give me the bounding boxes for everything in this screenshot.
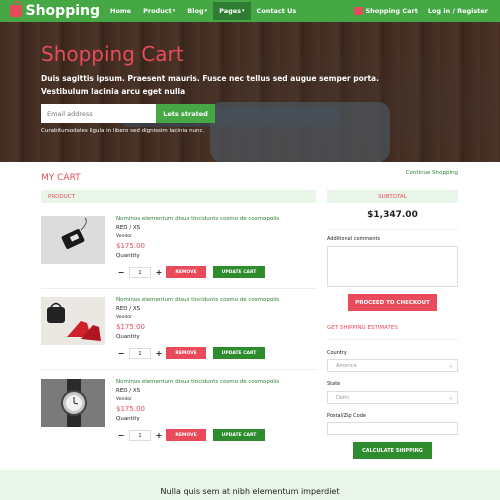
nav-item-blog[interactable]: Blog ▾: [181, 2, 213, 20]
top-navbar: Shopping Home Product ▾ Blog ▾ Pages ▾ Cont…: [0, 0, 500, 22]
quantity-field[interactable]: 1: [129, 348, 151, 359]
nav-right: Shopping Cart Log in / Register: [353, 7, 488, 15]
divider: [41, 288, 316, 289]
caret-down-icon: ▾: [204, 8, 208, 14]
country-select[interactable]: America ⌄: [327, 359, 458, 372]
product-image[interactable]: [41, 379, 105, 427]
main-menu: Home Product ▾ Blog ▾ Pages ▾ Contact Us: [104, 0, 302, 22]
divider: [327, 229, 458, 230]
product-vendor: Vendor: [116, 397, 132, 402]
minus-button[interactable]: −: [116, 349, 126, 358]
product-image[interactable]: [41, 297, 105, 345]
product-price: $175.00: [116, 405, 145, 413]
product-variant: RED / XS: [116, 225, 141, 231]
quantity-stepper: − 1 +: [116, 348, 164, 359]
state-select[interactable]: Delhi ⌄: [327, 391, 458, 404]
minus-button[interactable]: −: [116, 268, 126, 277]
remove-button[interactable]: REMOVE: [166, 429, 206, 441]
brand-name: Shopping: [25, 3, 101, 19]
product-price: $175.00: [116, 242, 145, 250]
quantity-label: Quantity: [116, 416, 140, 422]
lets-start-button[interactable]: Lets strated: [156, 104, 215, 123]
update-cart-button[interactable]: UPDATE CART: [213, 429, 265, 441]
proceed-to-checkout-button[interactable]: PROCEED TO CHECKOUT: [348, 294, 437, 311]
quantity-stepper: − 1 +: [116, 267, 164, 278]
chevron-down-icon: ⌄: [448, 394, 453, 401]
product-variant: RED / XS: [116, 306, 141, 312]
quantity-label: Quantity: [116, 334, 140, 340]
email-input[interactable]: [41, 104, 156, 123]
chevron-down-icon: ⌄: [448, 362, 453, 369]
continue-shopping-link[interactable]: Continue Shopping: [406, 170, 458, 176]
nav-item-home[interactable]: Home: [104, 2, 137, 20]
product-column-header: PRODUCT: [41, 190, 316, 203]
login-register-link[interactable]: Log in / Register: [428, 7, 488, 15]
quantity-label: Quantity: [116, 253, 140, 259]
comments-label: Additional comments: [327, 236, 381, 242]
hero-banner: Shopping Cart Duis sagittis ipsum. Praes…: [0, 22, 500, 162]
footer-band: Nulla quis sem at nibh elementum imperdi…: [0, 470, 500, 500]
product-title[interactable]: Nominos elementum disus tincidunts cosmo…: [116, 216, 279, 222]
plus-button[interactable]: +: [154, 349, 164, 358]
state-label: State: [327, 381, 341, 387]
caret-down-icon: ▾: [242, 8, 245, 14]
minus-button[interactable]: −: [116, 431, 126, 440]
hero-small-text: Curabitursodales ligula in libero sed di…: [41, 128, 205, 134]
state-value: Delhi: [336, 394, 349, 401]
divider: [41, 369, 316, 370]
zip-input[interactable]: [327, 422, 458, 435]
brand-logo[interactable]: Shopping: [10, 1, 101, 19]
product-vendor: Vendor: [116, 315, 132, 320]
cart-item: Nominos elementum disus tincidunts cosmo…: [41, 297, 316, 377]
product-vendor: Vendor: [116, 234, 132, 239]
hero-title: Shopping Cart: [41, 42, 184, 66]
shopping-cart-link[interactable]: Shopping Cart: [366, 7, 418, 15]
remove-button[interactable]: REMOVE: [166, 347, 206, 359]
my-cart-heading: MY CART: [41, 173, 81, 183]
cart-item: Nominos elementum disus tincidunts cosmo…: [41, 216, 316, 296]
product-image[interactable]: [41, 216, 105, 264]
update-cart-button[interactable]: UPDATE CART: [213, 347, 265, 359]
quantity-field[interactable]: 1: [129, 430, 151, 441]
nav-item-pages[interactable]: Pages ▾: [213, 2, 251, 20]
caret-down-icon: ▾: [172, 8, 176, 14]
cart-item: Nominos elementum disus tincidunts cosmo…: [41, 379, 316, 459]
nav-item-product[interactable]: Product ▾: [137, 2, 181, 20]
hero-lead-text: Duis sagittis ipsum. Praesent mauris. Fu…: [41, 74, 379, 96]
cart-icon: [353, 7, 363, 15]
comments-textarea[interactable]: [327, 246, 458, 287]
update-cart-button[interactable]: UPDATE CART: [213, 266, 265, 278]
footer-text: Nulla quis sem at nibh elementum imperdi…: [160, 487, 340, 496]
shipping-estimates-title: GET SHIPPING ESTIMATES: [327, 325, 398, 331]
product-variant: RED / XS: [116, 388, 141, 394]
plus-button[interactable]: +: [154, 431, 164, 440]
product-title[interactable]: Nominos elementum disus tincidunts cosmo…: [116, 297, 279, 303]
remove-button[interactable]: REMOVE: [166, 266, 206, 278]
country-label: Country: [327, 350, 347, 356]
divider: [327, 339, 458, 340]
subtotal-header: SUBTOTAL: [327, 190, 458, 203]
country-value: America: [336, 362, 357, 369]
nav-item-contact[interactable]: Contact Us: [251, 2, 303, 20]
product-title[interactable]: Nominos elementum disus tincidunts cosmo…: [116, 379, 279, 385]
plus-button[interactable]: +: [154, 268, 164, 277]
product-price: $175.00: [116, 323, 145, 331]
quantity-field[interactable]: 1: [129, 267, 151, 278]
quantity-stepper: − 1 +: [116, 430, 164, 441]
shopping-bag-icon: [10, 1, 22, 17]
zip-label: Postal/Zip Code: [327, 413, 366, 419]
calculate-shipping-button[interactable]: CALCULATE SHIPPING: [353, 442, 432, 459]
subtotal-amount: $1,347.00: [367, 210, 418, 220]
